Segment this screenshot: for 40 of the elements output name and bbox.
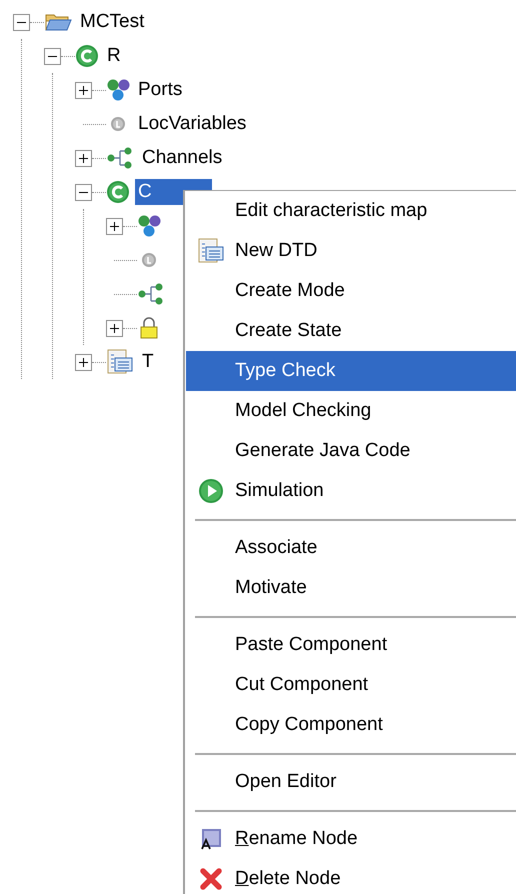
menu-item[interactable]: Copy Component: [186, 705, 516, 745]
channel-icon: [137, 282, 165, 306]
document-icon: [196, 237, 224, 265]
expand-toggle[interactable]: [75, 354, 92, 370]
rename-icon: [198, 827, 222, 851]
menu-item[interactable]: Rename Node: [186, 819, 516, 859]
component-icon: [106, 180, 130, 204]
menu-item[interactable]: New DTD: [186, 231, 516, 271]
collapse-toggle[interactable]: [75, 184, 92, 200]
expand-toggle[interactable]: [106, 320, 123, 336]
tree-item[interactable]: R: [104, 43, 124, 69]
menu-item[interactable]: Paste Component: [186, 625, 516, 665]
menu-item[interactable]: Cut Component: [186, 665, 516, 705]
collapse-toggle[interactable]: [13, 14, 30, 30]
tree-item[interactable]: Channels: [139, 145, 226, 171]
expand-toggle[interactable]: [75, 150, 92, 166]
tree-item[interactable]: T: [139, 349, 157, 375]
menu-item[interactable]: Motivate: [186, 568, 516, 608]
menu-item[interactable]: Associate: [186, 528, 516, 568]
component-icon: [75, 44, 99, 68]
menu-item[interactable]: Model Checking: [186, 391, 516, 431]
menu-item[interactable]: Generate Java Code: [186, 431, 516, 471]
document-icon: [106, 348, 134, 376]
collapse-toggle[interactable]: [44, 48, 61, 64]
channel-icon: [106, 146, 134, 170]
ports-icon: [106, 78, 130, 102]
tree-item[interactable]: MCTest: [77, 9, 148, 35]
menu-item[interactable]: Type Check: [186, 351, 516, 391]
menu-item[interactable]: Simulation: [186, 471, 516, 511]
menu-item[interactable]: Delete Node: [186, 859, 516, 894]
tree-item[interactable]: LocVariables: [135, 111, 250, 137]
ports-icon: [137, 214, 161, 238]
menu-item[interactable]: Create Mode: [186, 271, 516, 311]
delete-icon: [198, 867, 222, 891]
tree-item[interactable]: Ports: [135, 77, 186, 103]
expand-toggle[interactable]: [75, 82, 92, 98]
play-icon: [198, 478, 224, 504]
expand-toggle[interactable]: [106, 218, 123, 234]
menu-item[interactable]: Create State: [186, 311, 516, 351]
menu-item[interactable]: Open Editor: [186, 762, 516, 802]
